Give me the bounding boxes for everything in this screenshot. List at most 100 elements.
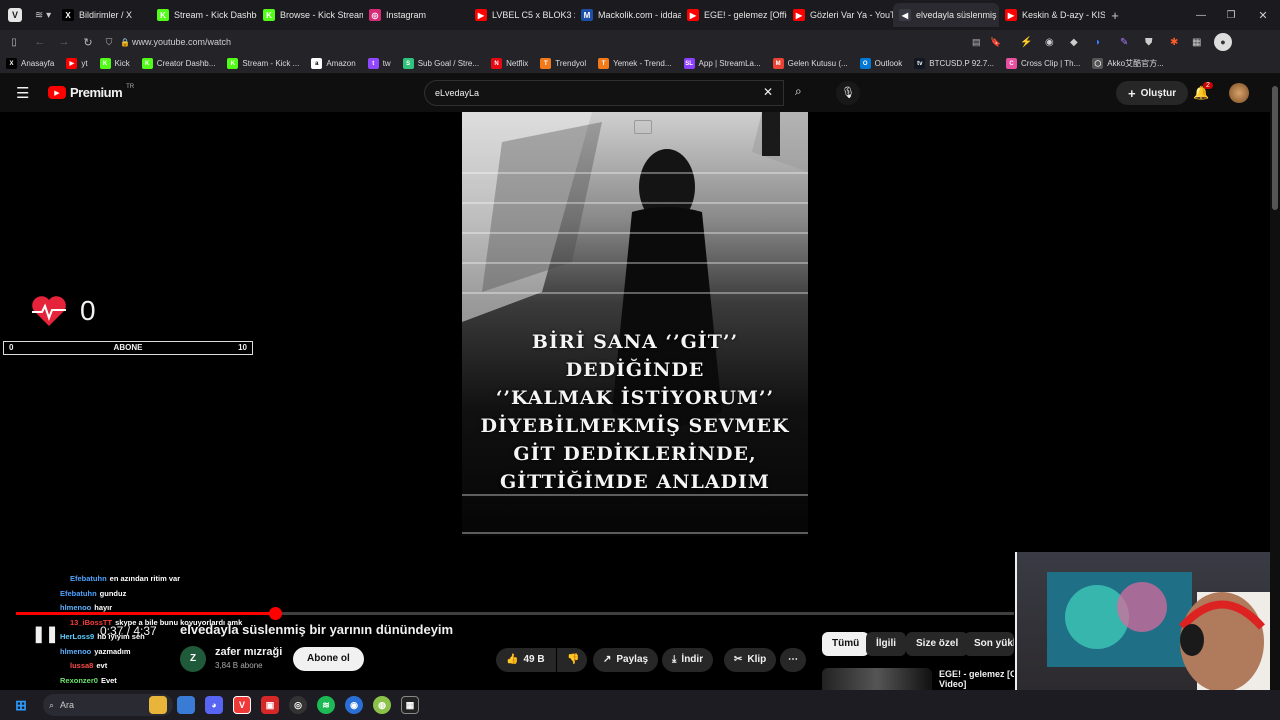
bookmark-item[interactable]: tv BTCUSD.P 92.7... (908, 58, 1000, 69)
app-icon-dark[interactable]: ▦ (401, 696, 419, 714)
video-player[interactable]: BİRİ SANA ‘’GİT’’ DEDİĞİNDE ‘’KALMAK İST… (0, 112, 1270, 643)
like-button[interactable]: 👍 49 B (496, 648, 556, 672)
browser-tab[interactable]: ▶ Keskin & D-azy - KISA (999, 3, 1105, 27)
browser-tab[interactable]: ◀ elvedayla süslenmiş bir (893, 3, 999, 27)
pause-icon[interactable]: ❚❚ (32, 624, 59, 644)
bookmark-item[interactable]: SL App | StreamLa... (678, 58, 767, 69)
extension-icon-4[interactable]: ◗ (1095, 37, 1120, 48)
browser-tab[interactable]: ◎ Instagram (363, 3, 469, 27)
close-window-button[interactable]: ✕ (1246, 9, 1280, 22)
clip-button[interactable]: ✂ Klip (724, 648, 777, 672)
app-icon-green[interactable]: ◍ (373, 696, 391, 714)
bookmark-item[interactable]: K Kick (94, 58, 136, 69)
channel-avatar[interactable]: Z (180, 646, 206, 672)
extension-icon-3[interactable]: ◆ (1070, 37, 1095, 48)
bookmark-item[interactable]: a Amazon (305, 58, 361, 69)
bookmark-item[interactable]: S Sub Goal / Stre... (397, 58, 485, 69)
voice-search-icon[interactable]: 🎙 (836, 81, 860, 105)
chip-recent[interactable]: Son yükle (964, 632, 1014, 656)
bookmark-item[interactable]: N Netflix (485, 58, 534, 69)
bookmark-item[interactable]: ▶ yt (60, 58, 93, 69)
browser-tab[interactable]: K Stream - Kick Dashboa (151, 3, 257, 27)
share-button[interactable]: ↗ Paylaş (593, 648, 659, 672)
bookmark-label: Sub Goal / Stre... (417, 59, 480, 68)
store-icon[interactable] (177, 696, 195, 714)
bookmark-item[interactable]: O Outlook (854, 58, 909, 69)
like-count: 49 B (523, 654, 545, 665)
bookmark-item[interactable]: t tw (362, 58, 397, 69)
extension-icon-6[interactable]: ⛊ (1145, 37, 1170, 48)
back-icon[interactable]: ← (28, 36, 52, 48)
create-button[interactable]: + Oluştur (1116, 81, 1189, 105)
browser-menu-icon[interactable]: V (0, 0, 30, 30)
url-field[interactable]: www.youtube.com/watch (132, 37, 972, 47)
youtube-header: ☰ ▶ Premium TR eLvedayLa ✕ ⌕ 🎙 + Oluştur… (0, 74, 1270, 112)
bookmark-item[interactable]: ◯ Akko艾酷官方... (1086, 58, 1169, 69)
dislike-button[interactable]: 👎 (557, 648, 587, 672)
reader-icon[interactable]: ▤ (972, 37, 990, 48)
video-progress-bar[interactable] (16, 607, 1014, 620)
browser-tab[interactable]: ▶ EGE! - gelemez [Officia (681, 3, 787, 27)
new-tab-button[interactable]: + (1105, 8, 1125, 23)
profile-icon[interactable]: ● (1214, 33, 1232, 51)
browser-tab[interactable]: K Browse - Kick Streamin (257, 3, 363, 27)
hamburger-menu-icon[interactable]: ☰ (16, 84, 29, 102)
bookmark-item[interactable]: K Stream - Kick ... (221, 58, 305, 69)
minimize-button[interactable]: — (1186, 10, 1216, 21)
account-avatar[interactable] (1229, 83, 1249, 103)
restore-button[interactable]: ❐ (1216, 10, 1246, 21)
scrollbar-thumb[interactable] (1272, 86, 1278, 210)
app-icon-blue[interactable]: ◉ (345, 696, 363, 714)
related-video-title[interactable]: EGE! - gelemez [Of Video] (939, 669, 1014, 689)
extension-icon-2[interactable]: ◉ (1045, 37, 1070, 48)
browser-tab[interactable]: X Bildirimler / X (56, 3, 151, 27)
reload-icon[interactable]: ↻ (76, 36, 100, 49)
video-frame[interactable]: BİRİ SANA ‘’GİT’’ DEDİĞİNDE ‘’KALMAK İST… (462, 112, 808, 536)
miniplayer-icon[interactable] (634, 120, 652, 134)
chip-for-you[interactable]: Size özel (906, 632, 969, 656)
forward-icon[interactable]: → (52, 36, 76, 48)
app-icon-red[interactable]: ▣ (261, 696, 279, 714)
chat-text: skype a bile bunu koyuyorlardı amk (115, 617, 243, 627)
bookmark-item[interactable]: X Anasayfa (0, 58, 60, 69)
bookmark-item[interactable]: K Creator Dashb... (136, 58, 222, 69)
page-scrollbar[interactable] (1270, 74, 1280, 690)
chat-message: Efebatuhn en azından ritim var (70, 574, 180, 583)
extension-icon-1[interactable]: ⚡ (1020, 37, 1045, 48)
search-input[interactable]: eLvedayLa (424, 80, 784, 106)
youtube-logo[interactable]: ▶ Premium TR (48, 84, 134, 100)
discord-icon[interactable]: ◕ (205, 696, 223, 714)
bookmark-item[interactable]: T Trendyol (534, 58, 592, 69)
bookmark-icon[interactable]: 🔖 (990, 37, 1020, 48)
tab-stack-icon[interactable]: ≋ ▾ (30, 10, 56, 21)
shield-icon[interactable]: ⛉ (100, 37, 118, 48)
sidebar-toggle-icon[interactable]: ▯ (0, 37, 28, 48)
search-icon[interactable]: ⌕ (795, 84, 802, 99)
caption-line: BİRİ SANA ‘’GİT’’ DEDİĞİNDE (531, 331, 739, 381)
bookmark-item[interactable]: T Yemek - Trend... (592, 58, 677, 69)
bookmark-item[interactable]: C Cross Clip | Th... (1000, 58, 1086, 69)
bookmark-item[interactable]: M Gelen Kutusu (... (767, 58, 854, 69)
subscribe-button[interactable]: Abone ol (293, 647, 364, 671)
file-explorer-icon[interactable] (149, 696, 167, 714)
app-icon-obs[interactable]: ◎ (289, 696, 307, 714)
vivaldi-icon[interactable]: V (233, 696, 251, 714)
more-actions-button[interactable]: ⋯ (780, 648, 806, 672)
related-video-thumbnail[interactable] (822, 668, 932, 690)
download-button[interactable]: ⤓ İndir (662, 648, 714, 672)
browser-tab[interactable]: ▶ LVBEL C5 x BLOK3 x OR (469, 3, 575, 27)
browser-tab[interactable]: ▶ Gözleri Var Ya - YouTub (787, 3, 893, 27)
plus-icon: + (1128, 85, 1136, 101)
chip-all[interactable]: Tümü (822, 632, 870, 656)
progress-scrubber[interactable] (269, 607, 283, 620)
chip-related[interactable]: İlgili (866, 632, 906, 656)
clear-search-icon[interactable]: ✕ (763, 85, 773, 99)
thumbs-down-icon: 👎 (567, 654, 580, 665)
browser-tab[interactable]: M Mackolik.com - iddaa,c (575, 3, 681, 27)
spotify-icon[interactable]: ≋ (317, 696, 335, 714)
extensions-icon[interactable]: ▦ (1192, 37, 1214, 48)
extension-icon-5[interactable]: ✎ (1120, 37, 1145, 48)
windows-start-icon[interactable]: ⊞ (12, 696, 30, 714)
channel-name[interactable]: zafer mızraği (215, 646, 282, 658)
extension-icon-7[interactable]: ✱ (1170, 37, 1192, 48)
